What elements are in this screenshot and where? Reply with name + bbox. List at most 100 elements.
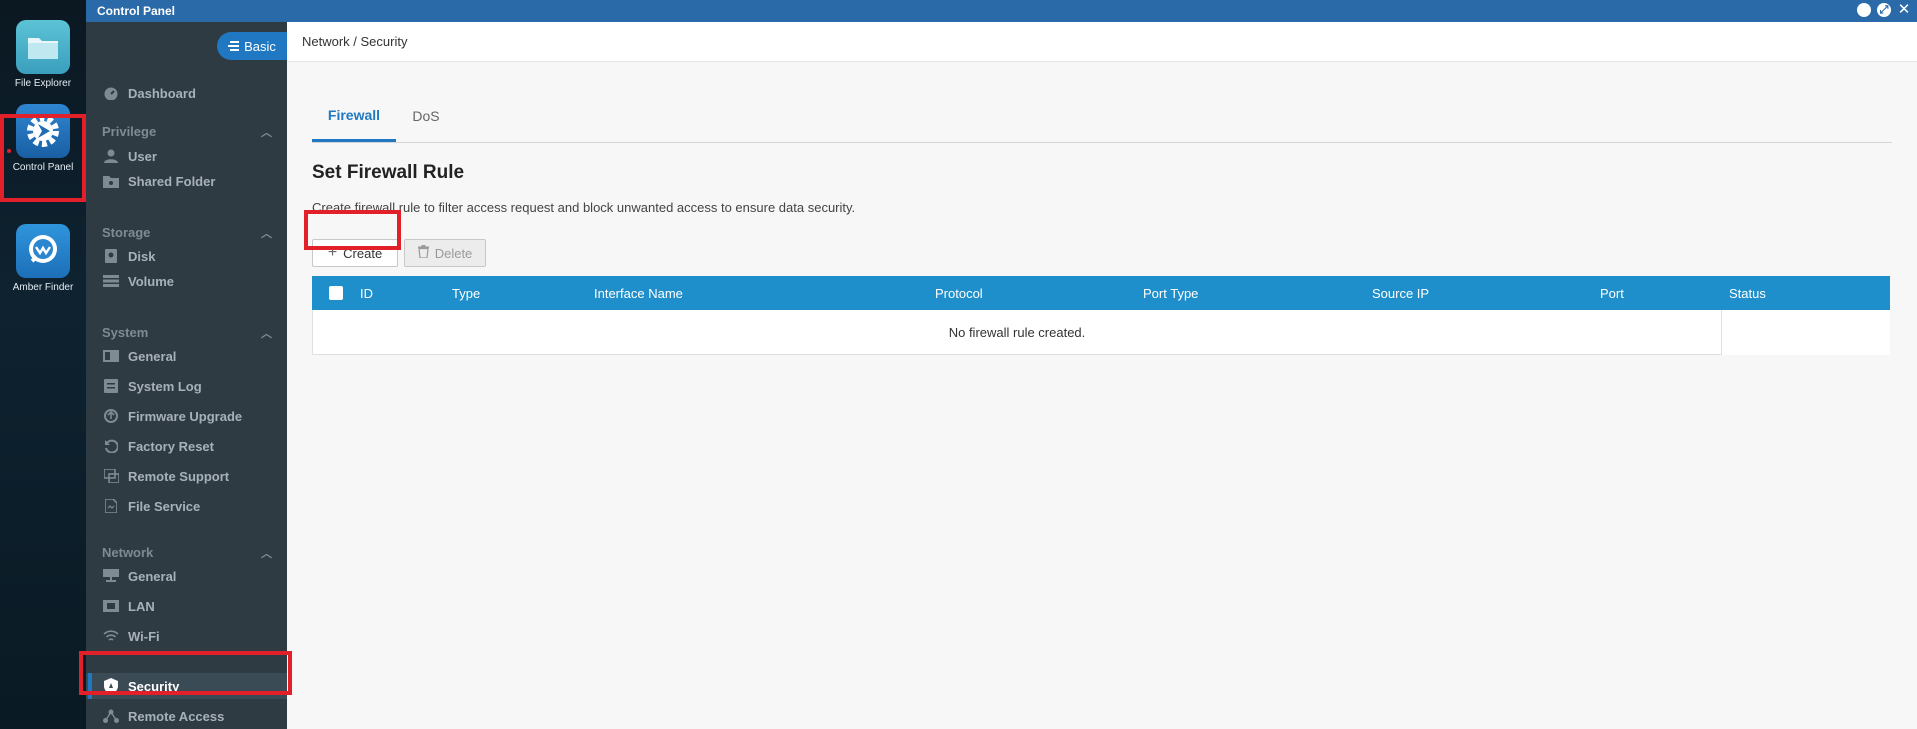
sidebar-section-privilege[interactable]: Privilege ︿ [102,124,272,139]
running-indicator [7,149,11,153]
sidebar-section-network[interactable]: Network ︿ [102,545,272,560]
trash-icon [417,245,429,261]
close-icon[interactable]: ✕ [1897,2,1911,17]
dock-app-label: Control Panel [12,162,74,173]
sidebar: Basic Dashboard Privilege ︿ User Shared … [86,22,287,729]
table-header: ID Type Interface Name Protocol Port Typ… [312,276,1890,310]
sidebar-item-label: Remote Access [128,708,225,724]
sidebar-item-network-general[interactable]: General [86,563,287,589]
main-content: Network / Security Firewall DoS Set Fire… [287,22,1917,729]
page-title: Set Firewall Rule [312,162,465,183]
tab-dos[interactable]: DoS [396,90,456,142]
sidebar-item-lan[interactable]: LAN [86,593,287,619]
breadcrumb: Network / Security [287,22,1917,62]
sidebar-item-label: Disk [128,248,156,264]
breadcrumb-text: Network / Security [302,34,408,49]
sidebar-item-user[interactable]: User [86,143,287,169]
column-header-status[interactable]: Status [1729,276,1766,310]
column-header-port-type[interactable]: Port Type [1143,276,1198,310]
chevron-up-icon: ︿ [261,548,272,560]
plus-icon: + [327,244,338,261]
select-all-checkbox[interactable] [329,276,343,310]
sidebar-item-label: Wi-Fi [128,628,160,644]
sidebar-item-label: Security [128,678,180,694]
column-header-port[interactable]: Port [1600,276,1624,310]
gear-icon [16,104,70,158]
column-header-interface-name[interactable]: Interface Name [594,276,683,310]
desktop-dock: File Explorer Control Panel Amber Finder [0,0,86,729]
column-header-protocol[interactable]: Protocol [935,276,983,310]
dock-app-amber-finder[interactable]: Amber Finder [0,224,86,293]
dock-app-file-explorer[interactable]: File Explorer [0,20,86,89]
dock-app-control-panel[interactable]: Control Panel [0,104,86,173]
sidebar-item-system-log[interactable]: System Log [86,373,287,399]
dashboard-icon [103,86,119,100]
sidebar-item-label: File Service [128,498,201,514]
sidebar-item-file-service[interactable]: File Service [86,493,287,519]
delete-label: Delete [434,245,473,261]
sidebar-section-storage[interactable]: Storage ︿ [102,225,272,240]
sidebar-item-label: Remote Support [128,468,230,484]
sidebar-item-shared-folder[interactable]: Shared Folder [86,168,287,194]
chevron-up-icon: ︿ [261,127,272,139]
column-header-source-ip[interactable]: Source IP [1372,276,1429,310]
delete-button[interactable]: Delete [404,239,486,267]
minimize-icon[interactable] [1857,3,1871,17]
tab-bar: Firewall DoS [312,90,1892,143]
sidebar-item-remote-support[interactable]: Remote Support [86,463,287,489]
sidebar-item-label: General [128,348,177,364]
dock-app-label: File Explorer [14,78,72,89]
maximize-icon[interactable]: ⤢ [1877,3,1891,17]
shield-icon [103,678,119,694]
page-description: Create firewall rule to filter access re… [312,200,856,215]
finder-icon [16,224,70,278]
tab-label: DoS [412,108,440,124]
section-title: Network [102,545,154,560]
sidebar-item-volume[interactable]: Volume [86,268,287,294]
file-service-icon [103,499,119,513]
sidebar-item-factory-reset[interactable]: Factory Reset [86,433,287,459]
sidebar-item-label: Factory Reset [128,438,214,454]
sidebar-item-dashboard[interactable]: Dashboard [86,80,287,106]
column-header-type[interactable]: Type [452,276,480,310]
dock-app-label: Amber Finder [12,282,74,293]
sidebar-section-system[interactable]: System ︿ [102,325,272,340]
sidebar-item-disk[interactable]: Disk [86,243,287,269]
volume-icon [103,274,119,288]
sidebar-item-wifi[interactable]: Wi-Fi [86,623,287,649]
empty-table-message: No firewall rule created. [312,310,1722,355]
basic-mode-button[interactable]: Basic [217,32,287,60]
sidebar-item-firmware-upgrade[interactable]: Firmware Upgrade [86,403,287,429]
sidebar-item-remote-access[interactable]: Remote Access [86,703,287,729]
lan-icon [103,599,119,613]
basic-mode-label: Basic [244,38,276,54]
chevron-up-icon: ︿ [261,228,272,240]
network-general-icon [103,569,119,583]
chevron-up-icon: ︿ [261,328,272,340]
window-titlebar[interactable]: Control Panel ⤢ ✕ [86,0,1917,22]
column-header-id[interactable]: ID [360,276,373,310]
create-label: Create [343,245,383,261]
sidebar-item-label: Shared Folder [128,173,216,189]
tab-firewall[interactable]: Firewall [312,90,396,142]
user-icon [103,149,119,163]
sidebar-item-system-general[interactable]: General [86,343,287,369]
firewall-rule-table: ID Type Interface Name Protocol Port Typ… [312,276,1890,355]
sidebar-item-label: Volume [128,273,174,289]
sidebar-item-label: LAN [128,598,155,614]
shared-folder-icon [103,174,119,188]
log-icon [103,379,119,393]
section-title: Privilege [102,124,157,139]
reset-icon [103,439,119,453]
general-settings-icon [103,349,119,363]
create-button[interactable]: + Create [312,239,398,267]
folder-icon [16,20,70,74]
sidebar-item-security[interactable]: Security [86,673,287,699]
section-title: Storage [102,225,151,240]
window-title: Control Panel [97,4,176,18]
list-icon [228,39,240,54]
wifi-icon [103,629,119,643]
remote-support-icon [103,469,119,483]
sidebar-item-label: Firmware Upgrade [128,408,243,424]
sidebar-item-label: User [128,148,157,164]
